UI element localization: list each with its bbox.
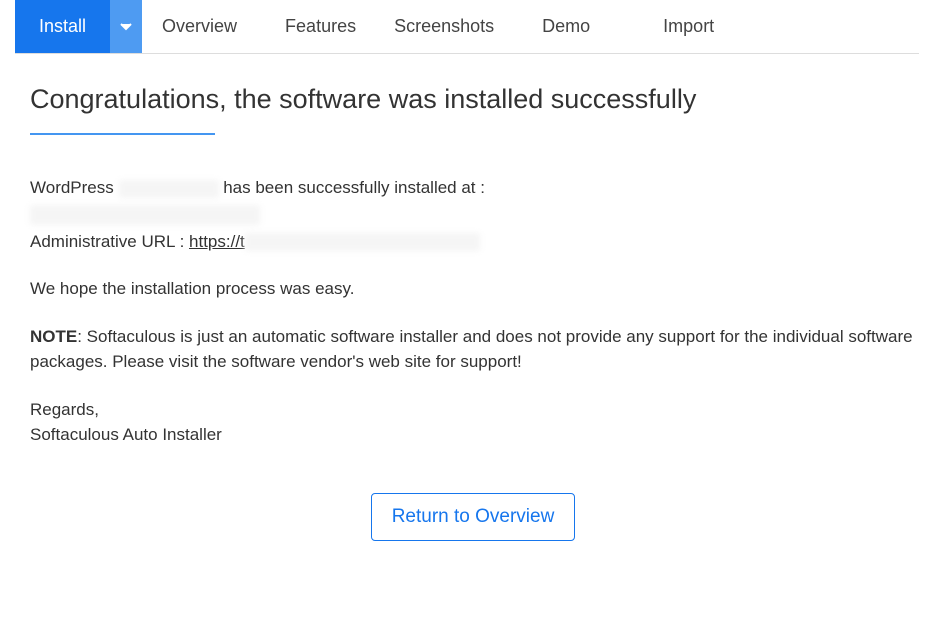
tab-install[interactable]: Install — [15, 0, 110, 53]
admin-url-link[interactable]: https://t — [189, 232, 480, 251]
tab-screenshots[interactable]: Screenshots — [376, 0, 524, 53]
installed-line: WordPress has been successfully installe… — [30, 175, 916, 201]
note-label: NOTE — [30, 327, 77, 346]
install-url-blurred — [30, 205, 260, 225]
success-body: WordPress has been successfully installe… — [30, 175, 916, 448]
heading-underline — [30, 133, 215, 135]
tab-import[interactable]: Import — [645, 0, 734, 53]
regards-line: Regards, — [30, 397, 916, 423]
version-blurred — [119, 180, 219, 198]
note-line: NOTE: Softaculous is just an automatic s… — [30, 324, 916, 375]
return-to-overview-button[interactable]: Return to Overview — [371, 493, 576, 541]
signature-line: Softaculous Auto Installer — [30, 422, 916, 448]
main-content: Congratulations, the software was instal… — [0, 54, 934, 561]
chevron-down-icon — [120, 18, 132, 36]
success-heading: Congratulations, the software was instal… — [30, 84, 916, 115]
software-name-prefix: WordPress — [30, 178, 119, 197]
installed-at-suffix: has been successfully installed at : — [219, 178, 485, 197]
tab-bar: Install Overview Features Screenshots De… — [15, 0, 919, 54]
hope-line: We hope the installation process was eas… — [30, 276, 916, 302]
admin-url-line: Administrative URL : https://t — [30, 229, 916, 255]
admin-url-visible: https://t — [189, 232, 245, 251]
note-text: : Softaculous is just an automatic softw… — [30, 327, 913, 372]
admin-url-label: Administrative URL : — [30, 232, 189, 251]
tab-features[interactable]: Features — [267, 0, 376, 53]
install-dropdown-toggle[interactable] — [110, 0, 142, 53]
admin-url-blurred — [245, 233, 480, 251]
tab-demo[interactable]: Demo — [524, 0, 645, 53]
tab-overview[interactable]: Overview — [142, 0, 267, 53]
